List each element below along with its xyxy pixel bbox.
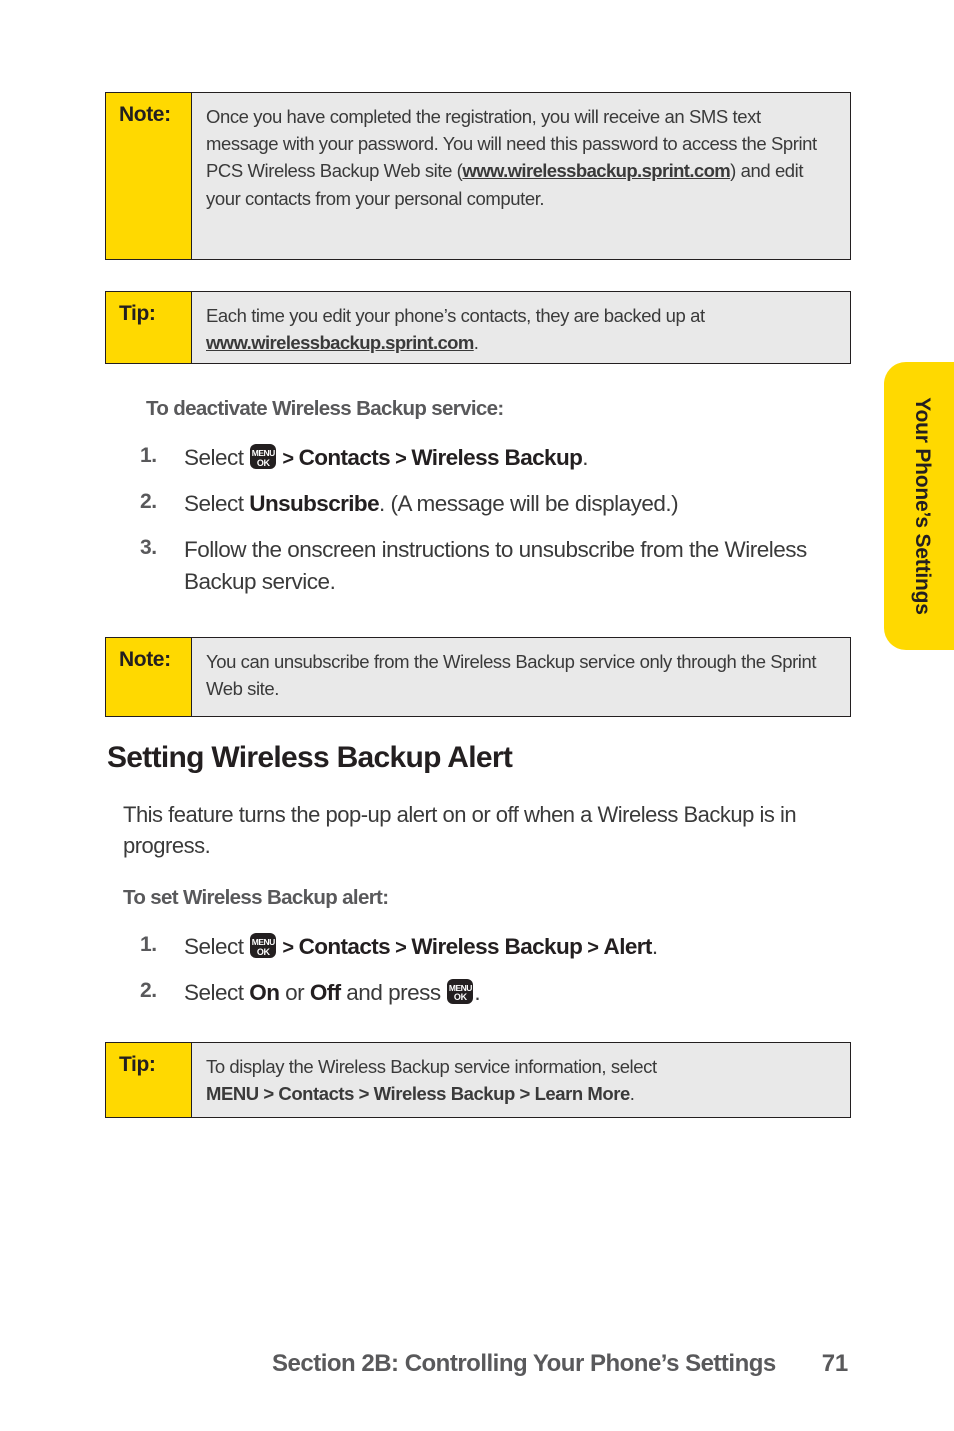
step-text: Follow the onscreen instructions to unsu…: [184, 536, 807, 594]
chevron-separator: >: [390, 448, 412, 470]
deactivate-subheading: To deactivate Wireless Backup service:: [146, 397, 504, 420]
list-item: 2. Select On or Off and press MENU OK.: [140, 977, 840, 1009]
note-callout-2: Note: You can unsubscribe from the Wirel…: [105, 637, 851, 717]
tip-callout-1-body: Each time you edit your phone’s contacts…: [192, 292, 850, 363]
menu-key-bottom-label: OK: [256, 946, 270, 957]
chevron-separator: >: [390, 937, 412, 959]
step-lead-text: Select: [184, 445, 250, 470]
step-number: 3.: [140, 535, 157, 559]
tip-callout-1-label-text: Tip:: [119, 302, 156, 325]
note-callout-1-paragraph: Once you have completed the registration…: [206, 103, 836, 212]
menu-key-bottom-label: OK: [256, 457, 270, 468]
note-callout-2-label-text: Note:: [119, 648, 171, 671]
section-side-tab-label: Your Phone’s Settings: [910, 397, 934, 615]
tip-callout-2-tail: .: [629, 1083, 635, 1105]
menu-key-bottom-label: OK: [453, 992, 467, 1003]
list-item: 2. Select Unsubscribe. (A message will b…: [140, 488, 840, 520]
tip-callout-1: Tip: Each time you edit your phone’s con…: [105, 291, 851, 364]
step-tail-text: .: [582, 445, 589, 470]
step-number: 2.: [140, 978, 157, 1002]
step-lead-text: Select: [184, 979, 250, 1005]
note-callout-1-label: Note:: [106, 93, 192, 259]
step-tail-text: .: [651, 934, 658, 959]
step-number: 1.: [140, 933, 157, 956]
step-text: Select Unsubscribe. (A message will be d…: [184, 488, 840, 520]
note-callout-1-body: Once you have completed the registration…: [192, 93, 850, 259]
list-item: 3. Follow the onscreen instructions to u…: [140, 534, 840, 598]
chevron-separator: >: [582, 937, 604, 959]
step-text: Select MENU OK > Contacts > Wireless Back…: [184, 442, 840, 474]
step-tail-text: .: [474, 979, 481, 1005]
footer-section-title: Section 2B: Controlling Your Phone’s Set…: [272, 1350, 776, 1377]
note-callout-1-label-text: Note:: [119, 103, 171, 126]
menu-ok-key-icon[interactable]: MENU OK: [447, 978, 474, 1004]
step-mid-text: or: [279, 979, 310, 1005]
note-callout-2-body: You can unsubscribe from the Wireless Ba…: [192, 638, 850, 716]
set-alert-subheading: To set Wireless Backup alert:: [123, 886, 389, 909]
page-title: Setting Wireless Backup Alert: [107, 741, 513, 774]
menu-ok-key-icon[interactable]: MENU OK: [250, 933, 277, 958]
step-text: Select MENU OK > Contacts > Wireless Back…: [184, 931, 840, 963]
step-bold-wireless-backup: Wireless Backup: [411, 934, 583, 959]
tip-callout-1-text-part-1: Each time you edit your phone’s contacts…: [206, 305, 705, 326]
chevron-separator: >: [277, 937, 299, 959]
wireless-backup-url-link-2[interactable]: www.wirelessbackup.sprint.com: [206, 332, 474, 353]
note-callout-1: Note: Once you have completed the regist…: [105, 92, 851, 260]
tip-callout-2-menu-path: MENU > Contacts > Wireless Backup > Lear…: [206, 1083, 630, 1105]
intro-paragraph: This feature turns the pop-up alert on o…: [123, 802, 797, 859]
set-alert-steps-list: 1. Select MENU OK > Contacts > Wireless B…: [140, 931, 840, 1023]
section-side-tab: Your Phone’s Settings: [884, 362, 954, 650]
chevron-separator: >: [277, 448, 299, 470]
tip-callout-2-body: To display the Wireless Backup service i…: [192, 1043, 850, 1117]
step-number: 2.: [140, 489, 157, 513]
step-bold-contacts: Contacts: [298, 445, 391, 470]
step-lead-text: Select: [184, 490, 250, 516]
page-number: 71: [821, 1350, 848, 1377]
step-text: Select On or Off and press MENU OK.: [184, 977, 840, 1009]
step-lead-text: Select: [184, 934, 250, 959]
wireless-backup-url-link-1[interactable]: www.wirelessbackup.sprint.com: [462, 160, 730, 181]
step-tail-text: . (A message will be displayed.): [378, 490, 679, 516]
tip-callout-1-paragraph: Each time you edit your phone’s contacts…: [206, 302, 836, 356]
list-item: 1. Select MENU OK > Contacts > Wireless B…: [140, 931, 840, 963]
deactivate-steps-list: 1. Select MENU OK > Contacts > Wireless B…: [140, 442, 840, 612]
step-number: 1.: [140, 444, 157, 467]
tip-callout-2-text-line-1: To display the Wireless Backup service i…: [206, 1056, 657, 1077]
menu-ok-key-icon[interactable]: MENU OK: [250, 444, 277, 469]
page-footer: Section 2B: Controlling Your Phone’s Set…: [272, 1350, 848, 1378]
tip-callout-2-label: Tip:: [106, 1043, 192, 1117]
list-item: 1. Select MENU OK > Contacts > Wireless B…: [140, 442, 840, 474]
document-page: Note: Once you have completed the regist…: [0, 0, 954, 1431]
step-bold-on: On: [249, 979, 280, 1005]
note-callout-2-label: Note:: [106, 638, 192, 716]
step-bold-alert: Alert: [603, 934, 653, 959]
tip-callout-1-text-part-2: .: [473, 332, 479, 354]
tip-callout-2: Tip: To display the Wireless Backup serv…: [105, 1042, 851, 1118]
tip-callout-2-paragraph: To display the Wireless Backup service i…: [206, 1053, 836, 1107]
step-bold-wireless-backup: Wireless Backup: [411, 445, 583, 470]
step-bold-off: Off: [309, 979, 341, 1005]
step-bold-unsubscribe: Unsubscribe: [249, 490, 379, 516]
step-bold-contacts: Contacts: [298, 934, 391, 959]
tip-callout-2-label-text: Tip:: [119, 1053, 156, 1076]
tip-callout-1-label: Tip:: [106, 292, 192, 363]
note-callout-2-paragraph: You can unsubscribe from the Wireless Ba…: [206, 651, 817, 700]
step-mid-text: and press: [340, 979, 447, 1005]
